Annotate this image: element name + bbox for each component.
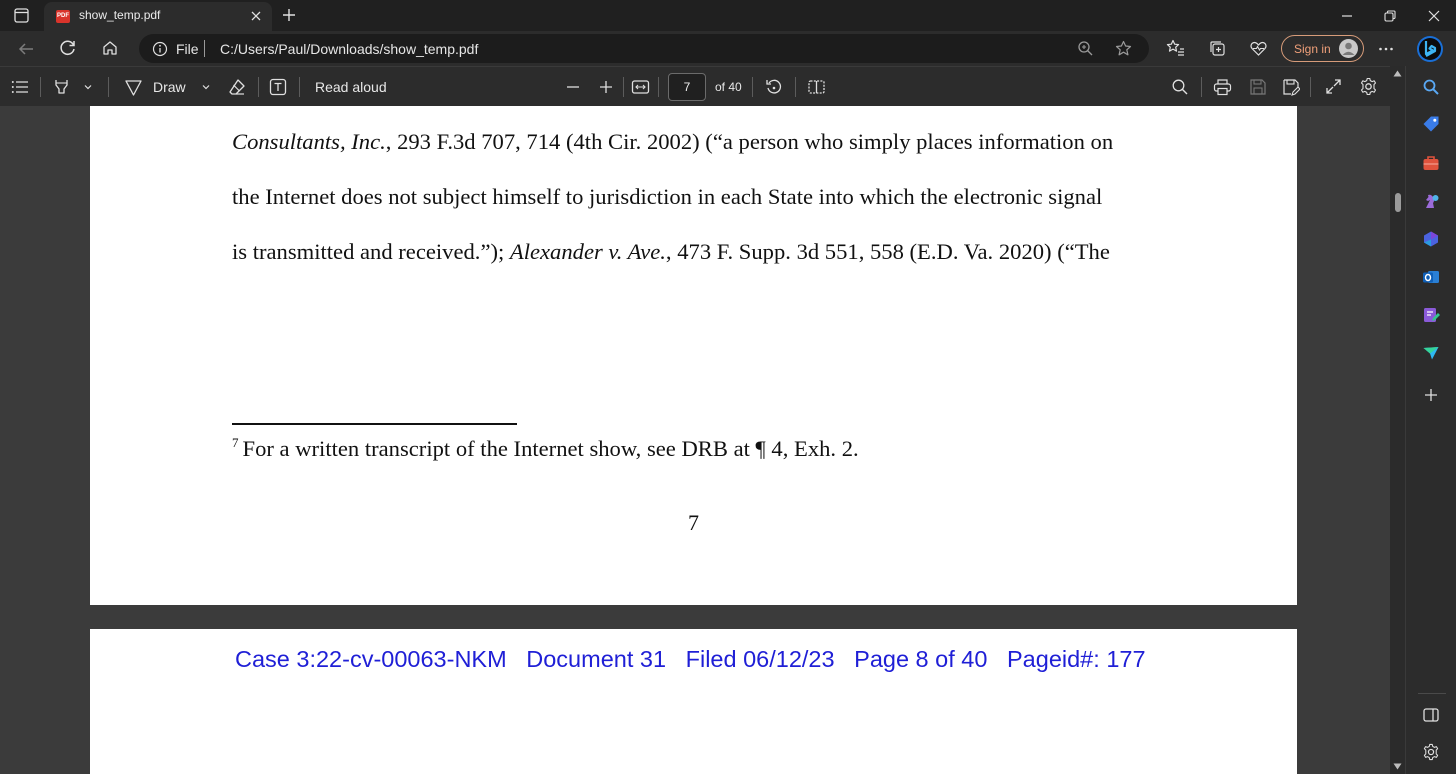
- draw-chevron-down-icon[interactable]: [201, 82, 211, 92]
- games-chess-icon[interactable]: [1422, 192, 1440, 210]
- read-aloud-button[interactable]: Read aloud: [315, 79, 387, 95]
- compose-designer-icon[interactable]: [1422, 306, 1440, 324]
- body-text-line-1: Consultants, Inc., 293 F.3d 707, 714 (4t…: [232, 129, 1113, 155]
- toolbar-separator: [258, 77, 259, 97]
- close-tab-icon[interactable]: [249, 9, 263, 23]
- footnote-divider: [232, 423, 517, 425]
- sidebar-settings-icon[interactable]: [1422, 743, 1440, 761]
- body-text-line-3: is transmitted and received.”); Alexande…: [232, 239, 1110, 265]
- page-view-icon[interactable]: [807, 78, 826, 96]
- toolbar-separator: [108, 77, 109, 97]
- case-citation-italic: Alexander v. Ave.: [509, 239, 666, 264]
- fit-to-width-icon[interactable]: [631, 78, 650, 96]
- new-tab-icon[interactable]: [281, 7, 297, 23]
- url-text[interactable]: C:/Users/Paul/Downloads/show_temp.pdf: [220, 41, 478, 57]
- url-scheme-label: File: [176, 41, 199, 57]
- sidebar-divider: [1418, 693, 1446, 694]
- shopping-tag-icon[interactable]: [1422, 115, 1440, 133]
- close-window-icon[interactable]: [1427, 9, 1441, 23]
- sign-in-button[interactable]: Sign in: [1281, 35, 1364, 62]
- footnote: 7 For a written transcript of the Interne…: [232, 435, 859, 462]
- pdf-page-7: Consultants, Inc., 293 F.3d 707, 714 (4t…: [90, 106, 1297, 605]
- outlook-icon[interactable]: [1422, 268, 1440, 286]
- pdf-viewer[interactable]: Consultants, Inc., 293 F.3d 707, 714 (4t…: [0, 106, 1390, 774]
- minimize-window-icon[interactable]: [1340, 9, 1354, 23]
- toolbar-separator: [795, 77, 796, 97]
- page-number: 7: [688, 510, 699, 535]
- highlight-chevron-down-icon[interactable]: [83, 82, 93, 92]
- info-icon[interactable]: [152, 41, 168, 57]
- settings-gear-icon[interactable]: [1359, 77, 1378, 96]
- footnote-text: For a written transcript of the Internet…: [242, 436, 859, 461]
- tab-title: show_temp.pdf: [79, 8, 161, 22]
- vertical-scrollbar[interactable]: [1390, 66, 1405, 774]
- tab-actions-icon[interactable]: [14, 8, 29, 23]
- citation-text: is transmitted and received.”);: [232, 239, 510, 264]
- pdf-toolbar: Draw Read aloud 7 of 40: [0, 66, 1390, 106]
- sign-in-label: Sign in: [1294, 42, 1331, 56]
- browser-essentials-icon[interactable]: [1249, 39, 1268, 58]
- address-bar[interactable]: File C:/Users/Paul/Downloads/show_temp.p…: [139, 34, 1149, 63]
- zoom-icon[interactable]: [1077, 40, 1094, 57]
- edge-sidebar: [1405, 66, 1456, 774]
- browser-tab-active[interactable]: PDF show_temp.pdf: [44, 2, 272, 31]
- refresh-icon[interactable]: [59, 39, 77, 57]
- sidebar-search-icon[interactable]: [1422, 78, 1440, 96]
- draw-button-label[interactable]: Draw: [153, 79, 186, 95]
- navigation-bar: File C:/Users/Paul/Downloads/show_temp.p…: [0, 31, 1456, 66]
- collections-icon[interactable]: [1208, 39, 1227, 58]
- microsoft-365-icon[interactable]: [1422, 230, 1440, 248]
- home-icon[interactable]: [101, 39, 119, 57]
- toolbar-separator: [299, 77, 300, 97]
- more-options-icon[interactable]: [1377, 40, 1395, 58]
- zoom-out-icon[interactable]: [565, 79, 581, 95]
- favorites-icon[interactable]: [1166, 39, 1185, 58]
- case-citation-italic: Consultants, Inc.: [232, 129, 386, 154]
- title-bar: PDF show_temp.pdf: [0, 0, 1456, 31]
- toolbar-separator: [1310, 77, 1311, 97]
- scrollbar-thumb[interactable]: [1395, 193, 1401, 212]
- case-header: Case 3:22-cv-00063-NKM Document 31 Filed…: [235, 646, 1146, 672]
- avatar: [1339, 39, 1358, 58]
- contents-list-icon[interactable]: [11, 79, 29, 95]
- total-pages-label: of 40: [715, 80, 742, 94]
- highlight-icon[interactable]: [52, 77, 72, 97]
- copilot-bing-icon[interactable]: [1415, 34, 1445, 64]
- favorite-star-icon[interactable]: [1115, 40, 1132, 57]
- search-icon[interactable]: [1171, 78, 1189, 96]
- add-sidebar-app-icon[interactable]: [1422, 386, 1440, 404]
- eraser-icon[interactable]: [227, 77, 247, 97]
- citation-text: , 293 F.3d 707, 714 (4th Cir. 2002) (“a …: [385, 129, 1114, 154]
- toolbar-separator: [658, 77, 659, 97]
- toolbar-separator: [1201, 77, 1202, 97]
- save-icon[interactable]: [1249, 78, 1267, 96]
- scroll-down-arrow-icon[interactable]: [1393, 763, 1402, 770]
- add-text-icon[interactable]: [269, 78, 287, 96]
- print-icon[interactable]: [1213, 78, 1232, 96]
- page-number-input[interactable]: 7: [668, 73, 706, 101]
- save-as-icon[interactable]: [1282, 78, 1300, 96]
- url-separator: [204, 40, 205, 57]
- expand-icon[interactable]: [1325, 78, 1342, 95]
- back-arrow-icon[interactable]: [17, 40, 35, 58]
- pdf-page-8: Case 3:22-cv-00063-NKM Document 31 Filed…: [90, 629, 1297, 774]
- rotate-icon[interactable]: [765, 78, 783, 96]
- footnote-marker: 7: [232, 435, 239, 450]
- draw-pen-icon[interactable]: [124, 78, 143, 97]
- zoom-in-icon[interactable]: [598, 79, 614, 95]
- pdf-file-icon: PDF: [56, 10, 70, 23]
- tools-briefcase-icon[interactable]: [1422, 154, 1440, 172]
- send-drop-icon[interactable]: [1422, 344, 1440, 362]
- citation-text: , 473 F. Supp. 3d 551, 558 (E.D. Va. 202…: [665, 239, 1110, 264]
- toolbar-separator: [40, 77, 41, 97]
- hide-sidebar-icon[interactable]: [1422, 706, 1440, 724]
- body-text-line-2: the Internet does not subject himself to…: [232, 184, 1103, 209]
- restore-window-icon[interactable]: [1383, 9, 1397, 23]
- toolbar-separator: [752, 77, 753, 97]
- toolbar-separator: [623, 77, 624, 97]
- scroll-up-arrow-icon[interactable]: [1393, 70, 1402, 77]
